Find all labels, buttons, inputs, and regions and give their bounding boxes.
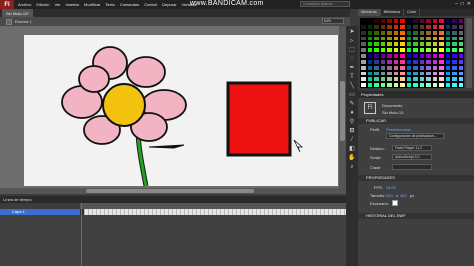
perfil-label: Perfil:: [370, 127, 381, 132]
clase-input[interactable]: [392, 164, 432, 170]
destino-select[interactable]: Flash Player 11.2: [392, 145, 432, 151]
petal-upper-left: [78, 65, 110, 93]
scrollbar-thumb[interactable]: [340, 81, 345, 141]
paint-bucket-icon[interactable]: ⛾: [348, 127, 356, 135]
tab-color[interactable]: Color: [404, 9, 421, 16]
tamano-unit: px: [410, 193, 415, 198]
rectangle-icon[interactable]: ▭: [348, 91, 356, 99]
playhead[interactable]: [81, 203, 82, 266]
menu-texto[interactable]: Texto: [105, 2, 115, 7]
destino-label: Destino:: [370, 146, 385, 151]
section-historial[interactable]: HISTORIAL DEL SWF: [358, 213, 474, 219]
minimize-icon[interactable]: –: [455, 1, 458, 7]
fps-value[interactable]: 24.00: [386, 185, 396, 190]
menu-depurar[interactable]: Depurar: [162, 2, 176, 7]
main-window: Fl Archivo Edición Ver Insertar Modifica…: [0, 0, 474, 266]
petal-top-right: [126, 56, 166, 88]
brush-icon[interactable]: ♦: [348, 109, 356, 117]
script-label: Script:: [370, 155, 382, 160]
properties-tab[interactable]: Propiedades: [358, 91, 474, 98]
tamano-label: Tamaño:: [370, 193, 386, 198]
tamano-separator: x: [396, 193, 398, 198]
tamano-width[interactable]: 550: [386, 193, 393, 198]
properties-panel: Propiedades Fl Documento Sin título-13 P…: [358, 91, 474, 266]
menu-bar: Fl Archivo Edición Ver Insertar Modifica…: [0, 0, 474, 9]
timeline-empty-area: [0, 215, 346, 266]
hand-icon[interactable]: ✋: [348, 154, 356, 162]
tamano-height[interactable]: 400: [400, 193, 407, 198]
pencil-icon[interactable]: ✎: [348, 100, 356, 108]
publish-settings-button[interactable]: Configuración de publicación...: [386, 133, 444, 139]
stage-color-swatch[interactable]: [392, 200, 398, 206]
pen-icon[interactable]: ✒: [348, 64, 356, 72]
color-swatch[interactable]: [457, 82, 464, 88]
menu-comandos[interactable]: Comandos: [120, 2, 139, 7]
stage-vertical-scrollbar[interactable]: [339, 26, 346, 194]
mouse-cursor-icon: [293, 139, 303, 153]
swatches-scrollbar[interactable]: [466, 18, 472, 88]
clase-label: Clase:: [370, 165, 382, 170]
stage[interactable]: [24, 35, 338, 187]
recording-watermark: www.BANDICAM.com: [190, 0, 264, 7]
free-transform-icon[interactable]: ⬚: [348, 46, 356, 54]
menu-modificar[interactable]: Modificar: [84, 2, 100, 7]
bone-icon[interactable]: ⚲: [348, 118, 356, 126]
zoom-field[interactable]: 64%: [322, 18, 344, 24]
menu-archivo[interactable]: Archivo: [18, 2, 31, 7]
flash-app-window: Fl Archivo Edición Ver Insertar Modifica…: [0, 0, 474, 266]
tab-muestras[interactable]: Muestras: [358, 9, 381, 16]
close-icon[interactable]: ✕: [467, 1, 471, 7]
line-icon[interactable]: ╲: [348, 82, 356, 90]
scrollbar-thumb[interactable]: [86, 189, 254, 193]
section-propiedades[interactable]: PROPIEDADES: [358, 175, 474, 181]
maximize-icon[interactable]: □: [461, 1, 464, 7]
eyedropper-icon[interactable]: ⁄: [348, 136, 356, 144]
swatches-panel-tabs: Muestras Biblioteca Color: [358, 9, 474, 16]
tools-panel: ➤ ▹ ⬚ ◌ ✒ T ╲ ▭ ✎ ♦ ⚲ ⛾ ⁄ ◧ ✋ ⌕: [346, 26, 358, 266]
flower-leaf: [148, 144, 185, 149]
document-type-label: Documento: [382, 103, 403, 108]
eraser-icon[interactable]: ◧: [348, 145, 356, 153]
timeline-panel: Línea de tiempo Capa 1: [0, 196, 346, 266]
document-tab[interactable]: Sin título-13*: [2, 9, 33, 17]
menu-ver[interactable]: Ver: [54, 2, 60, 7]
scene-icon: [6, 18, 12, 25]
document-fl-icon: Fl: [364, 102, 376, 114]
menu-edicion[interactable]: Edición: [36, 2, 49, 7]
menu-control[interactable]: Control: [144, 2, 157, 7]
pasteboard: [0, 26, 350, 194]
red-rectangle: [226, 81, 292, 157]
edit-bar: Escena 1 64%: [0, 17, 350, 26]
script-select[interactable]: ActionScript 3.0: [392, 154, 432, 160]
app-logo: Fl: [0, 0, 14, 9]
tab-biblioteca[interactable]: Biblioteca: [381, 9, 405, 16]
right-panels: Muestras Biblioteca Color Propiedades Fl…: [358, 9, 474, 266]
menu-insertar[interactable]: Insertar: [65, 2, 79, 7]
subselection-icon[interactable]: ▹: [348, 37, 356, 45]
stage-artwork: [61, 46, 303, 187]
escenario-label: Escenario:: [370, 201, 389, 206]
text-icon[interactable]: T: [348, 73, 356, 81]
help-search-input[interactable]: Conceptos básicos: [300, 1, 350, 7]
zoom-icon[interactable]: ⌕: [348, 163, 356, 171]
document-name: Sin título-13: [382, 110, 404, 115]
lasso-icon[interactable]: ◌: [348, 55, 356, 63]
fps-label: FPS:: [374, 185, 383, 190]
document-tabs: Sin título-13*: [0, 9, 350, 17]
menu-list: Archivo Edición Ver Insertar Modificar T…: [18, 2, 196, 7]
timeline-title[interactable]: Línea de tiempo: [0, 196, 346, 203]
scene-label[interactable]: Escena 1: [15, 19, 32, 24]
window-controls: – □ ✕: [455, 1, 471, 7]
selection-icon[interactable]: ➤: [348, 28, 356, 36]
section-publicar[interactable]: PUBLICAR: [358, 118, 474, 124]
stage-horizontal-scrollbar[interactable]: [0, 188, 346, 194]
flower-center: [102, 83, 146, 127]
perfil-value[interactable]: Predetermina...: [386, 127, 413, 132]
color-swatches-grid[interactable]: [360, 18, 464, 88]
